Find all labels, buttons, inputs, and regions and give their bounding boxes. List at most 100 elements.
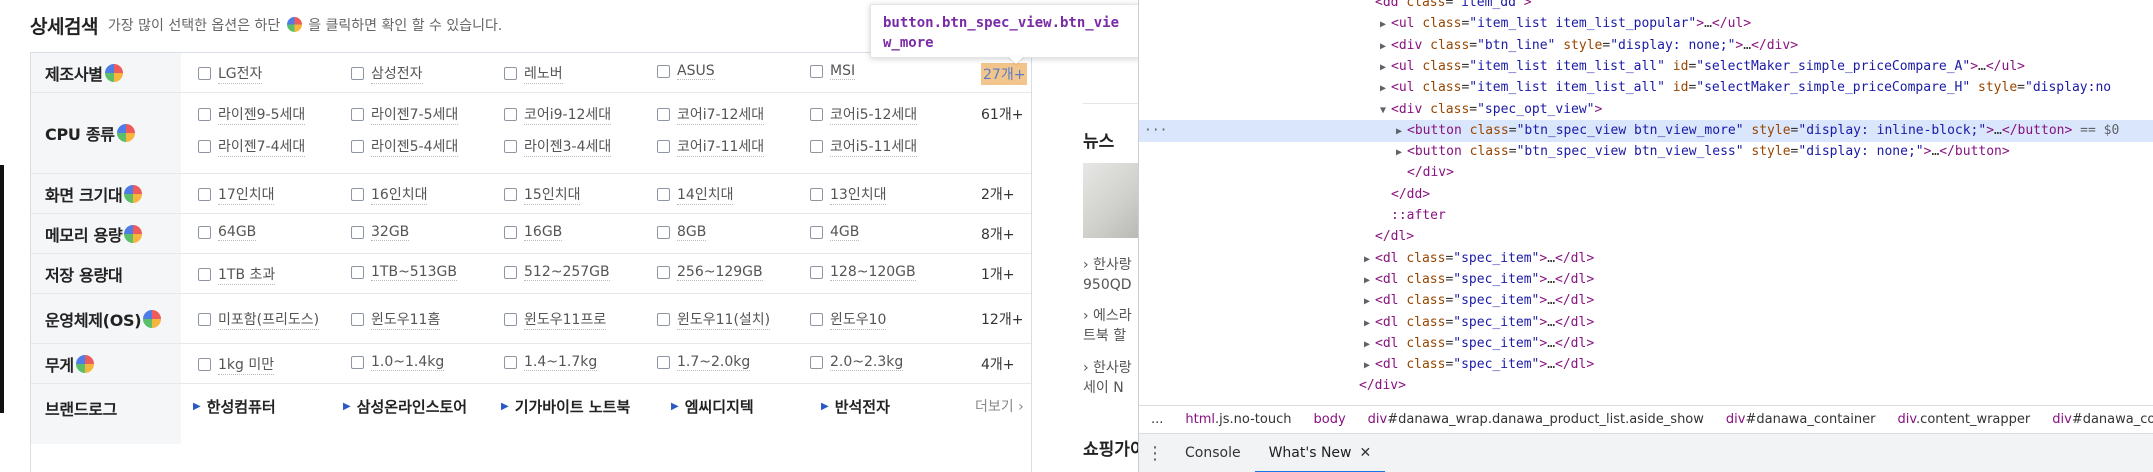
filter-option[interactable]: 윈도우11(설치) (657, 309, 771, 330)
filter-checkbox[interactable] (504, 226, 517, 239)
filter-option[interactable]: 8GB (657, 224, 707, 241)
filter-option[interactable]: 코어i7-12세대 (657, 104, 765, 125)
dom-node-line[interactable]: ▶ <ul class="item_list item_list_all" id=… (1139, 77, 2153, 99)
popular-ball-icon[interactable] (75, 354, 94, 373)
filter-checkbox[interactable] (810, 266, 823, 279)
filter-option[interactable]: 레노버 (504, 63, 563, 84)
filter-checkbox[interactable] (810, 188, 823, 201)
dom-node-line[interactable]: ▶ <dl class="spec_item">…</dl> (1139, 354, 2153, 376)
news-item-line[interactable]: 950QD (1083, 275, 1132, 295)
filter-option[interactable]: 1TB 초과 (198, 264, 276, 285)
filter-option[interactable]: 라이젠3-4세대 (504, 136, 612, 157)
breadcrumb-overflow[interactable]: ... (1151, 412, 1163, 427)
filter-checkbox[interactable] (810, 140, 823, 153)
filter-option[interactable]: 1.4~1.7kg (504, 354, 598, 371)
filter-option[interactable]: 17인치대 (198, 184, 275, 205)
filter-option[interactable]: 256~129GB (657, 264, 763, 281)
filter-option[interactable]: 라이젠7-5세대 (351, 104, 459, 125)
breadcrumb-item[interactable]: div#danawa_container (1726, 412, 1876, 427)
filter-checkbox[interactable] (810, 356, 823, 369)
filter-checkbox[interactable] (198, 67, 211, 80)
filter-option[interactable]: 64GB (198, 224, 257, 241)
breadcrumb-item[interactable]: html.js.no-touch (1185, 412, 1291, 427)
news-thumbnail[interactable] (1083, 163, 1138, 238)
filter-checkbox[interactable] (351, 313, 364, 326)
filter-checkbox[interactable] (198, 358, 211, 371)
filter-option[interactable]: 라이젠7-4세대 (198, 136, 306, 157)
filter-option[interactable]: 2.0~2.3kg (810, 354, 904, 371)
filter-option[interactable]: 윈도우11홈 (351, 309, 441, 330)
filter-checkbox[interactable] (657, 226, 670, 239)
filter-checkbox[interactable] (198, 108, 211, 121)
filter-option[interactable]: 1kg 미만 (198, 354, 275, 375)
filter-option[interactable]: 128~120GB (810, 264, 916, 281)
elements-dom-tree[interactable]: <dd class="item_dd"> ▶ <ul class="item_lis… (1139, 0, 2153, 405)
dom-node-line[interactable]: </div> (1139, 375, 2153, 397)
filter-option[interactable]: 16인치대 (351, 184, 428, 205)
brand-link[interactable]: ▶ 반석전자 (821, 396, 890, 417)
filter-checkbox[interactable] (198, 268, 211, 281)
expand-triangle-right-icon[interactable]: ▶ (1364, 313, 1375, 335)
drawer-tab[interactable]: Console (1171, 434, 1255, 472)
expand-triangle-right-icon[interactable]: ▶ (1364, 249, 1375, 271)
filter-option[interactable]: 15인치대 (504, 184, 581, 205)
filter-option[interactable]: 512~257GB (504, 264, 610, 281)
filter-option[interactable]: 라이젠9-5세대 (198, 104, 306, 125)
filter-option[interactable]: 1TB~513GB (351, 264, 457, 281)
filter-option[interactable]: 윈도우11프로 (504, 309, 607, 330)
dom-node-line[interactable]: ▶ <dl class="spec_item">…</dl> (1139, 290, 2153, 312)
expand-triangle-right-icon[interactable]: ▶ (1380, 57, 1391, 79)
brand-link[interactable]: ▶ 삼성온라인스토어 (343, 396, 467, 417)
filter-checkbox[interactable] (351, 226, 364, 239)
filter-option[interactable]: 삼성전자 (351, 63, 423, 84)
breadcrumb-item[interactable]: div.content_wrapper (1897, 412, 2030, 427)
expand-triangle-right-icon[interactable]: ▶ (1364, 291, 1375, 313)
filter-option[interactable]: 윈도우10 (810, 309, 887, 330)
dom-node-line[interactable]: </div> (1139, 162, 2153, 184)
filter-checkbox[interactable] (504, 140, 517, 153)
filter-checkbox[interactable] (351, 356, 364, 369)
news-item[interactable]: › 한사랑 (1083, 255, 1132, 275)
popular-ball-icon[interactable] (124, 224, 143, 243)
drawer-tab[interactable]: What's New ✕ (1254, 434, 1386, 472)
filter-checkbox[interactable] (351, 188, 364, 201)
breadcrumb-item[interactable]: div#danawa_wrap.danawa_product_list.asid… (1368, 412, 1704, 427)
filter-checkbox[interactable] (810, 313, 823, 326)
expand-triangle-right-icon[interactable]: ▶ (1380, 14, 1391, 36)
expand-triangle-right-icon[interactable]: ▶ (1364, 334, 1375, 356)
filter-checkbox[interactable] (198, 313, 211, 326)
filter-option[interactable]: ASUS (657, 63, 715, 80)
dom-node-line[interactable]: ▶ <div class="btn_line" style="display: n… (1139, 35, 2153, 57)
dom-node-line[interactable]: ▶ <dl class="spec_item">…</dl> (1139, 312, 2153, 334)
filter-checkbox[interactable] (810, 108, 823, 121)
news-item-line[interactable]: 세이 N (1083, 378, 1124, 398)
filter-option[interactable]: 1.0~1.4kg (351, 354, 445, 371)
dom-node-line[interactable]: <dd class="item_dd"> (1139, 0, 2153, 14)
filter-option[interactable]: 코어i5-12세대 (810, 104, 918, 125)
view-more-button[interactable]: 12개+ (981, 309, 1023, 329)
brand-link[interactable]: ▶ 한성컴퓨터 (193, 396, 276, 417)
breadcrumb-item[interactable]: div#danawa_conte (2052, 412, 2153, 427)
filter-checkbox[interactable] (657, 313, 670, 326)
news-item[interactable]: › 에스라 (1083, 306, 1132, 326)
filter-checkbox[interactable] (657, 356, 670, 369)
close-icon[interactable]: ✕ (1360, 445, 1372, 461)
filter-option[interactable]: 1.7~2.0kg (657, 354, 751, 371)
filter-checkbox[interactable] (351, 140, 364, 153)
filter-checkbox[interactable] (657, 108, 670, 121)
expand-triangle-right-icon[interactable]: ▶ (1396, 121, 1407, 143)
dom-node-line[interactable]: ▶ <button class="btn_spec_view btn_view_l… (1139, 141, 2153, 163)
brand-more-link[interactable]: 더보기 › (975, 396, 1024, 416)
filter-option[interactable]: 미포함(프리도스) (198, 309, 320, 330)
popular-ball-icon[interactable] (116, 124, 135, 142)
filter-option[interactable]: 코어i7-11세대 (657, 136, 765, 157)
dom-node-line[interactable]: ▶ <dl class="spec_item">…</dl> (1139, 269, 2153, 291)
filter-checkbox[interactable] (657, 140, 670, 153)
filter-checkbox[interactable] (504, 67, 517, 80)
filter-option[interactable]: 14인치대 (657, 184, 734, 205)
dom-node-line[interactable]: ▶ <ul class="item_list item_list_all" id=… (1139, 56, 2153, 78)
node-actions-icon[interactable]: ··· (1144, 120, 1167, 142)
popular-ball-icon[interactable] (124, 184, 143, 203)
filter-checkbox[interactable] (351, 108, 364, 121)
dom-node-line[interactable]: ::after (1139, 205, 2153, 227)
